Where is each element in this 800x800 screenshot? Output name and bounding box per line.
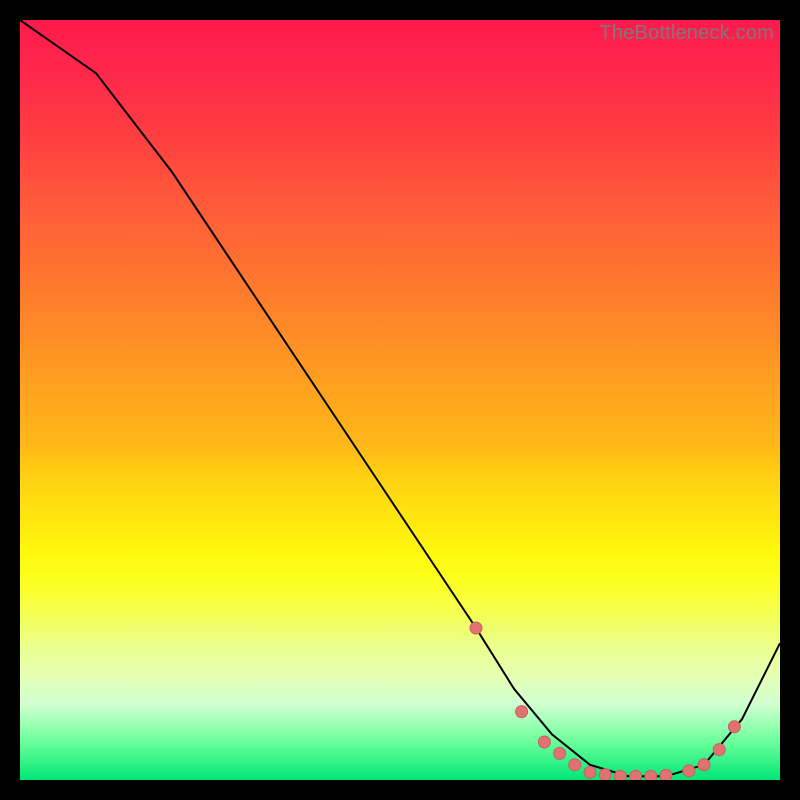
marker-point — [554, 747, 566, 759]
marker-point — [645, 770, 657, 780]
marker-point — [630, 770, 642, 780]
marker-point — [683, 765, 695, 777]
bottleneck-curve — [20, 20, 780, 776]
marker-point — [569, 759, 581, 771]
marker-point — [470, 622, 482, 634]
marker-point — [614, 770, 626, 780]
marker-point — [516, 706, 528, 718]
marker-point — [728, 721, 740, 733]
marker-point — [660, 769, 672, 780]
gradient-plot-area: TheBottleneck.com — [20, 20, 780, 780]
marker-point — [538, 736, 550, 748]
marker-point — [713, 744, 725, 756]
chart-frame: TheBottleneck.com — [0, 0, 800, 800]
chart-svg — [20, 20, 780, 780]
marker-point — [584, 766, 596, 778]
marker-point — [599, 769, 611, 780]
marker-point — [698, 759, 710, 771]
